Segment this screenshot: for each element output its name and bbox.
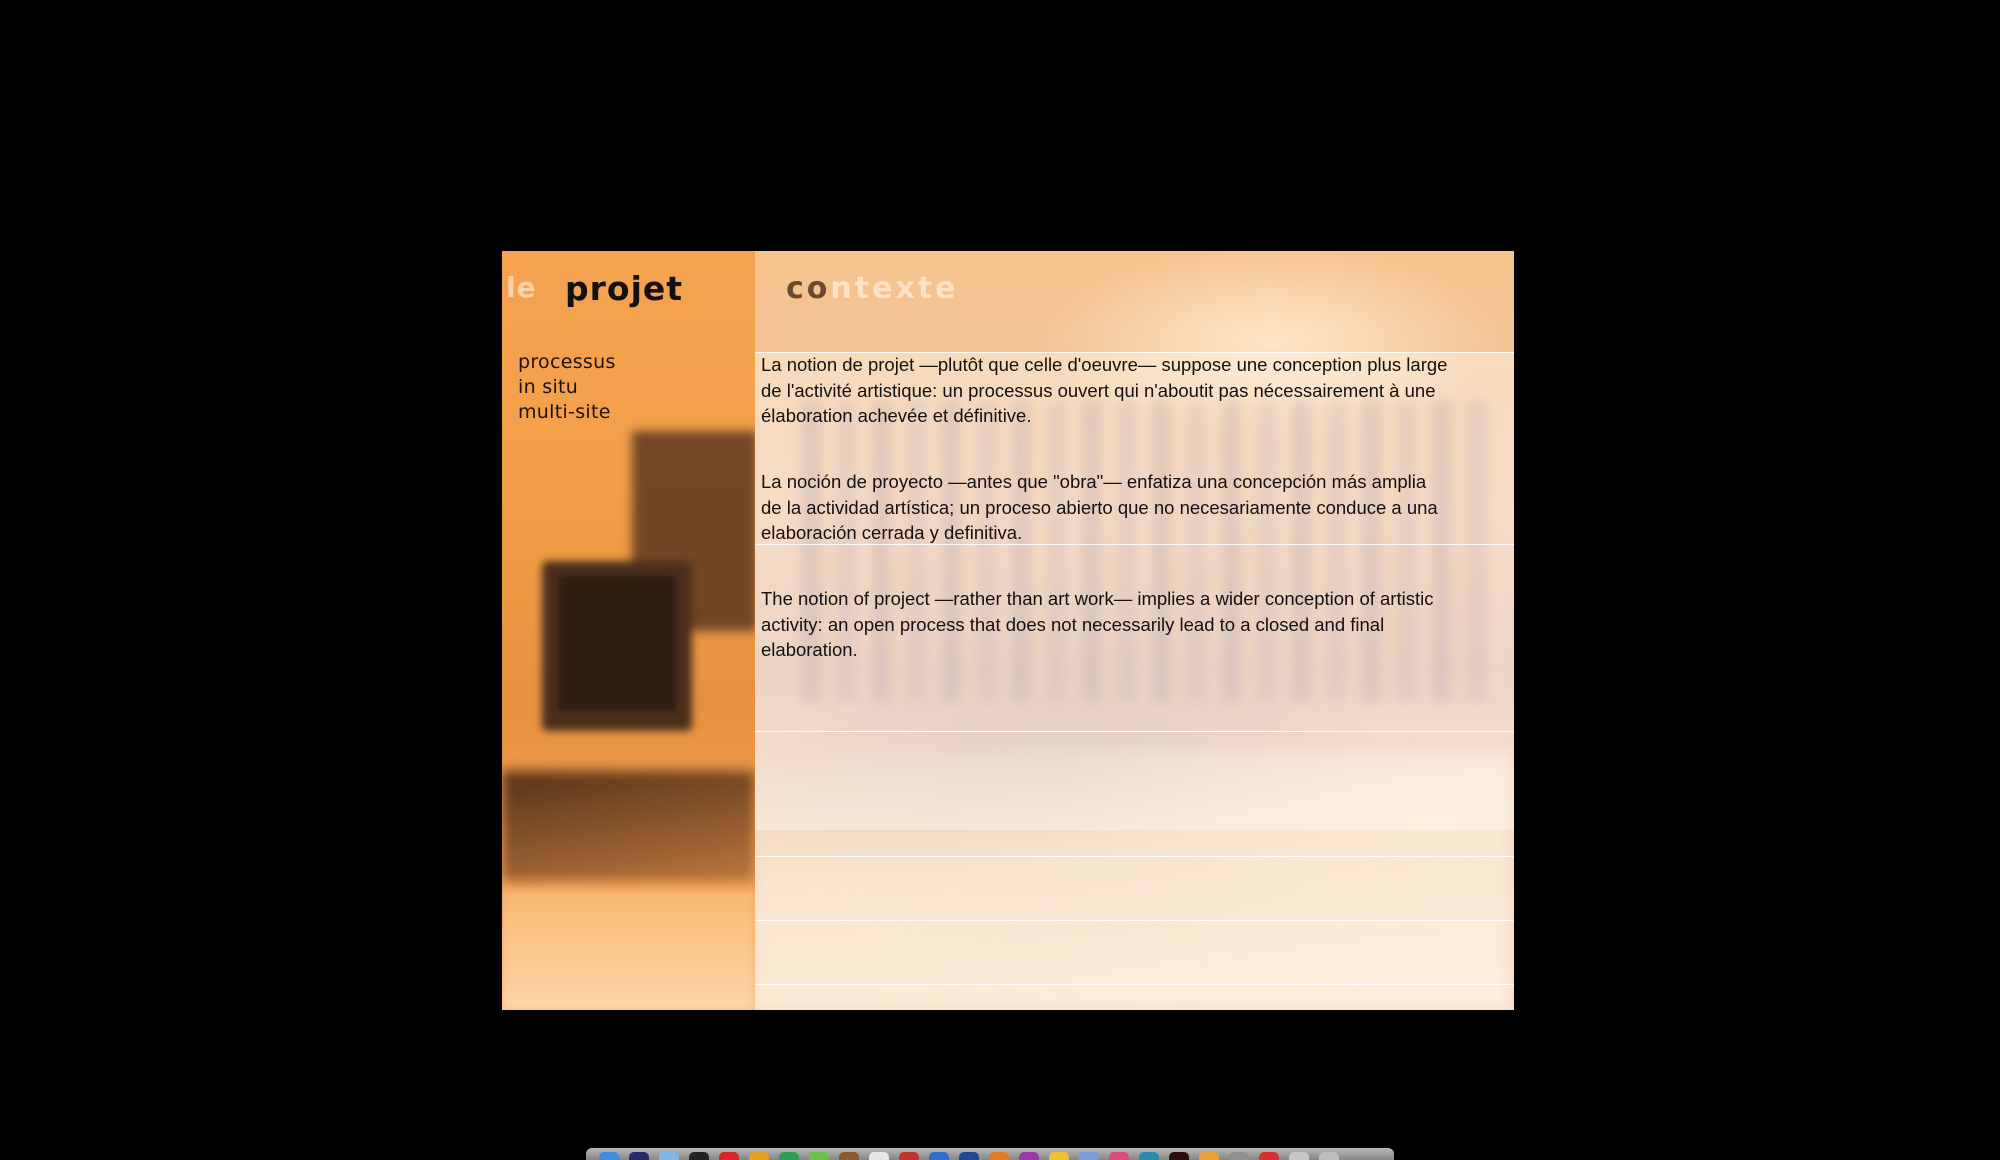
desktop-background: le projet contexte processus in situ mul… — [0, 0, 2000, 1160]
app-purple-icon[interactable] — [1019, 1152, 1039, 1160]
paragraph-spanish: La noción de proyecto —antes que "obra"—… — [761, 471, 1438, 543]
paragraph-english: The notion of project —rather than art w… — [761, 588, 1434, 660]
app-green-icon[interactable] — [779, 1152, 799, 1160]
safari-icon[interactable] — [659, 1152, 679, 1160]
app-multicolor-icon[interactable] — [749, 1152, 769, 1160]
submenu-item-in-situ[interactable]: in situ — [518, 375, 616, 400]
app-pink-icon[interactable] — [1109, 1152, 1129, 1160]
nav-tab-previous[interactable]: le — [506, 271, 537, 304]
nav-tab-next-highlight: co — [786, 271, 831, 306]
nav-tab-next[interactable]: contexte — [786, 271, 959, 306]
divider-line — [755, 731, 1514, 732]
desk-photo — [502, 891, 755, 1010]
app-blue-icon[interactable] — [929, 1152, 949, 1160]
finder-icon[interactable] — [599, 1152, 619, 1160]
terminal-icon[interactable] — [689, 1152, 709, 1160]
content-window: le projet contexte processus in situ mul… — [502, 251, 1514, 1010]
submenu-item-processus[interactable]: processus — [518, 350, 616, 375]
app-folder-icon[interactable] — [1079, 1152, 1099, 1160]
submenu-item-multi-site[interactable]: multi-site — [518, 400, 616, 425]
app-brown-icon[interactable] — [839, 1152, 859, 1160]
paragraph-french: La notion de projet —plutôt que celle d'… — [761, 354, 1448, 426]
app-redstripe-icon[interactable] — [899, 1152, 919, 1160]
submenu: processus in situ multi-site — [518, 350, 616, 425]
divider-line — [755, 920, 1514, 921]
app-silver-icon[interactable] — [1289, 1152, 1309, 1160]
app-navy-icon[interactable] — [959, 1152, 979, 1160]
app-lime-icon[interactable] — [809, 1152, 829, 1160]
app-orange-icon[interactable] — [989, 1152, 1009, 1160]
app-teal-icon[interactable] — [1139, 1152, 1159, 1160]
app-white-icon[interactable] — [869, 1152, 889, 1160]
dashboard-icon[interactable] — [629, 1152, 649, 1160]
monitor-screen-photo — [558, 576, 676, 711]
app-badge-icon[interactable] — [1259, 1152, 1279, 1160]
divider-line — [755, 856, 1514, 857]
keyboard-photo — [502, 771, 755, 881]
app-gray-icon[interactable] — [1229, 1152, 1249, 1160]
app-yellow-icon[interactable] — [1049, 1152, 1069, 1160]
divider-line — [755, 984, 1514, 985]
nav-tab-next-rest: ntexte — [830, 271, 959, 306]
dock — [586, 1148, 1394, 1160]
app-red-icon[interactable] — [719, 1152, 739, 1160]
trash-icon[interactable] — [1319, 1152, 1339, 1160]
app-amber-icon[interactable] — [1199, 1152, 1219, 1160]
nav-tab-current[interactable]: projet — [565, 269, 683, 308]
app-black-icon[interactable] — [1169, 1152, 1189, 1160]
